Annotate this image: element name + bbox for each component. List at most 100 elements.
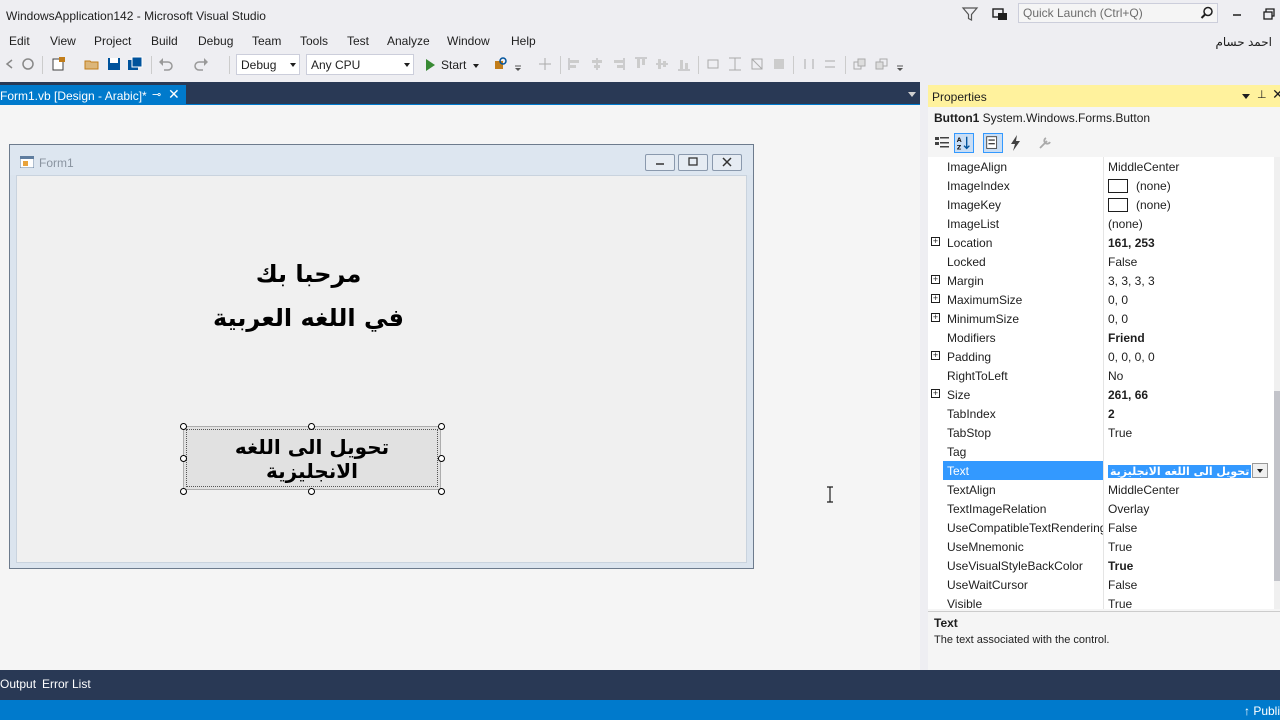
forward-icon[interactable] — [20, 56, 36, 72]
align-middles-icon[interactable] — [654, 56, 670, 72]
user-name[interactable]: احمد حسام — [1215, 35, 1272, 49]
property-row-visible[interactable]: Visible True — [928, 594, 1274, 609]
property-row-tag[interactable]: Tag — [928, 442, 1274, 461]
resize-handle[interactable] — [180, 488, 187, 495]
menu-edit[interactable]: Edit — [9, 34, 30, 48]
value-dropdown-button[interactable] — [1252, 463, 1268, 478]
property-row-imagealign[interactable]: ImageAlign MiddleCenter — [928, 157, 1274, 176]
menu-build[interactable]: Build — [151, 34, 178, 48]
tab-output[interactable]: Output — [0, 677, 36, 691]
convert-to-english-button[interactable]: تحويل الى اللغه الانجليزية — [183, 426, 441, 490]
property-name[interactable]: ImageKey — [943, 195, 1103, 214]
property-name[interactable]: UseMnemonic — [943, 537, 1103, 556]
expand-icon[interactable]: + — [931, 313, 940, 322]
properties-icon[interactable] — [983, 133, 1003, 153]
menu-view[interactable]: View — [50, 34, 76, 48]
property-value[interactable]: Overlay — [1103, 499, 1274, 518]
property-name[interactable]: TabStop — [943, 423, 1103, 442]
property-value[interactable]: (none) — [1103, 214, 1274, 233]
property-row-righttoleft[interactable]: RightToLeft No — [928, 366, 1274, 385]
property-name[interactable]: Modifiers — [943, 328, 1103, 347]
property-name[interactable]: ImageIndex — [943, 176, 1103, 195]
redo-icon[interactable] — [193, 56, 209, 72]
property-row-size[interactable]: + Size 261, 66 — [928, 385, 1274, 404]
publish-button[interactable]: ↑ Publi — [1244, 704, 1280, 718]
property-value[interactable]: True — [1103, 537, 1274, 556]
property-row-modifiers[interactable]: Modifiers Friend — [928, 328, 1274, 347]
menu-analyze[interactable]: Analyze — [387, 34, 430, 48]
scrollbar-thumb[interactable] — [1274, 391, 1280, 581]
resize-handle[interactable] — [180, 423, 187, 430]
tab-error-list[interactable]: Error List — [42, 677, 91, 691]
property-row-usemnemonic[interactable]: UseMnemonic True — [928, 537, 1274, 556]
property-row-text[interactable]: Text تحويل الى اللغه الانجليزية — [928, 461, 1274, 480]
menu-window[interactable]: Window — [447, 34, 490, 48]
quick-launch-box[interactable] — [1018, 3, 1218, 23]
align-lefts-icon[interactable] — [567, 56, 583, 72]
button1-selection[interactable]: تحويل الى اللغه الانجليزية — [180, 423, 445, 495]
toolbar-overflow-icon[interactable] — [896, 56, 904, 72]
pin-icon[interactable]: ⊸ — [152, 88, 161, 101]
property-value[interactable]: 0, 0 — [1103, 290, 1274, 309]
save-icon[interactable] — [106, 56, 122, 72]
property-name[interactable]: RightToLeft — [943, 366, 1103, 385]
property-row-maximumsize[interactable]: + MaximumSize 0, 0 — [928, 290, 1274, 309]
property-row-imageindex[interactable]: ImageIndex (none) — [928, 176, 1274, 195]
resize-handle[interactable] — [180, 455, 187, 462]
property-name[interactable]: MaximumSize — [943, 290, 1103, 309]
property-value[interactable]: MiddleCenter — [1103, 157, 1274, 176]
make-same-size-icon[interactable] — [749, 56, 765, 72]
property-name[interactable]: Padding — [943, 347, 1103, 366]
align-centers-icon[interactable] — [589, 56, 605, 72]
property-row-usecompatibletextrendering[interactable]: UseCompatibleTextRendering False — [928, 518, 1274, 537]
property-name[interactable]: UseVisualStyleBackColor — [943, 556, 1103, 575]
property-value[interactable]: 0, 0, 0, 0 — [1103, 347, 1274, 366]
object-selector[interactable]: Button1 System.Windows.Forms.Button — [934, 111, 1150, 125]
property-name[interactable]: Location — [943, 233, 1103, 252]
property-value[interactable]: No — [1103, 366, 1274, 385]
property-value[interactable]: MiddleCenter — [1103, 480, 1274, 499]
property-value[interactable]: False — [1103, 575, 1274, 594]
expand-icon[interactable]: + — [931, 389, 940, 398]
close-icon[interactable]: ✕ — [1272, 86, 1280, 103]
property-grid-scrollbar[interactable] — [1274, 157, 1280, 609]
resize-handle[interactable] — [438, 455, 445, 462]
menu-debug[interactable]: Debug — [198, 34, 233, 48]
property-name[interactable]: Margin — [943, 271, 1103, 290]
property-row-usevisualstylebackcolor[interactable]: UseVisualStyleBackColor True — [928, 556, 1274, 575]
property-row-tabindex[interactable]: TabIndex 2 — [928, 404, 1274, 423]
property-name[interactable]: ImageList — [943, 214, 1103, 233]
form-designer-surface[interactable]: Form1 مرحبا بك في اللغه العربية تحويل ال… — [0, 104, 920, 670]
resize-handle[interactable] — [308, 423, 315, 430]
property-row-padding[interactable]: + Padding 0, 0, 0, 0 — [928, 347, 1274, 366]
property-name[interactable]: MinimumSize — [943, 309, 1103, 328]
property-row-margin[interactable]: + Margin 3, 3, 3, 3 — [928, 271, 1274, 290]
property-value[interactable]: 2 — [1103, 404, 1274, 423]
property-name[interactable]: UseWaitCursor — [943, 575, 1103, 594]
quick-launch-input[interactable] — [1019, 4, 1197, 22]
property-value[interactable]: True — [1103, 594, 1274, 609]
alphabetical-icon[interactable]: AZ — [954, 133, 974, 153]
property-pages-icon[interactable] — [1035, 133, 1055, 153]
resize-handle[interactable] — [308, 488, 315, 495]
property-row-minimumsize[interactable]: + MinimumSize 0, 0 — [928, 309, 1274, 328]
menu-tools[interactable]: Tools — [300, 34, 328, 48]
menu-project[interactable]: Project — [94, 34, 131, 48]
property-row-textimagerelation[interactable]: TextImageRelation Overlay — [928, 499, 1274, 518]
align-rights-icon[interactable] — [610, 56, 626, 72]
chevron-down-icon[interactable] — [908, 92, 916, 97]
open-file-icon[interactable] — [84, 56, 100, 72]
property-value[interactable]: False — [1103, 518, 1274, 537]
align-grid-icon[interactable] — [537, 56, 553, 72]
size-to-grid-icon[interactable] — [771, 56, 787, 72]
restore-icon[interactable] — [1258, 4, 1280, 24]
undo-icon[interactable] — [158, 56, 174, 72]
save-all-icon[interactable] — [127, 56, 143, 72]
property-value[interactable]: (none) — [1103, 195, 1274, 214]
pin-icon[interactable]: ⊥ — [1257, 88, 1267, 101]
expand-icon[interactable]: + — [931, 351, 940, 360]
property-name[interactable]: Tag — [943, 442, 1103, 461]
start-button[interactable]: Start — [423, 55, 483, 75]
back-icon[interactable] — [2, 56, 18, 72]
property-name[interactable]: TextImageRelation — [943, 499, 1103, 518]
